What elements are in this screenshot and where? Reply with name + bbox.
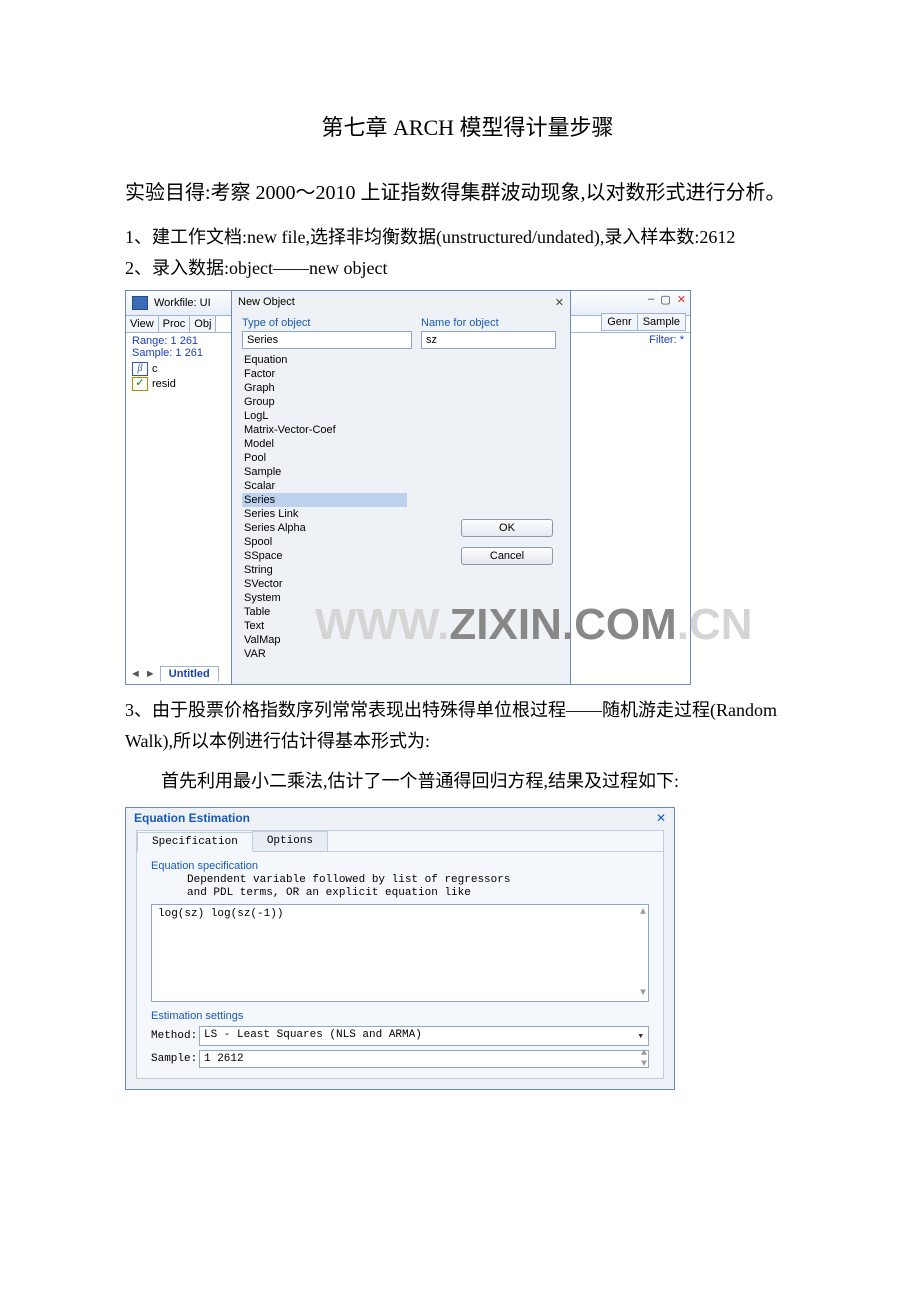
dialog-close-icon[interactable]: ✕ <box>555 296 564 309</box>
ok-button[interactable]: OK <box>461 519 553 537</box>
obj-button[interactable]: Obj <box>190 316 216 332</box>
workfile-title: Workfile: UI <box>154 297 211 309</box>
new-object-dialog: New Object ✕ Type of object Series Equat… <box>231 290 571 685</box>
cancel-button[interactable]: Cancel <box>461 547 553 565</box>
new-object-title: New Object <box>238 296 295 308</box>
spin-up-icon[interactable]: ▲ <box>641 1048 647 1059</box>
name-for-object-label: Name for object <box>421 317 551 329</box>
sample-field[interactable]: 1 2612 <box>199 1050 649 1068</box>
scroll-up-icon[interactable]: ▲ <box>640 907 646 918</box>
type-series-alpha[interactable]: Series Alpha <box>242 521 407 535</box>
tab-right-arrow-icon[interactable]: ► <box>145 668 156 680</box>
view-button[interactable]: View <box>126 316 159 332</box>
step-1: 1、建工作文档:new file,选择非均衡数据(unstructured/un… <box>125 224 810 251</box>
method-value: LS - Least Squares (NLS and ARMA) <box>204 1029 422 1043</box>
spec-help-1: Dependent variable followed by list of r… <box>187 874 663 887</box>
method-label: Method: <box>151 1030 199 1042</box>
type-graph[interactable]: Graph <box>242 381 407 395</box>
type-logl[interactable]: LogL <box>242 409 407 423</box>
type-factor[interactable]: Factor <box>242 367 407 381</box>
type-text[interactable]: Text <box>242 619 407 633</box>
type-series[interactable]: Series <box>242 493 407 507</box>
type-system[interactable]: System <box>242 591 407 605</box>
type-group[interactable]: Group <box>242 395 407 409</box>
object-resid[interactable]: resid <box>152 378 176 390</box>
screenshot-new-object: Workfile: UI – ▢ ✕ View Proc Obj Range: … <box>125 290 691 685</box>
check-icon: ✓ <box>132 377 148 391</box>
dialog2-close-icon[interactable]: ✕ <box>656 811 666 825</box>
restore-icon[interactable]: ▢ <box>660 293 670 306</box>
filter-text: Filter: * <box>580 334 686 346</box>
type-sample[interactable]: Sample <box>242 465 407 479</box>
tab-options[interactable]: Options <box>252 831 328 851</box>
close-icon[interactable]: ✕ <box>677 293 686 306</box>
tab-specification[interactable]: Specification <box>137 832 253 852</box>
type-pool[interactable]: Pool <box>242 451 407 465</box>
genr-button[interactable]: Genr <box>601 313 636 331</box>
type-of-object-label: Type of object <box>242 317 407 329</box>
type-var[interactable]: VAR <box>242 647 407 661</box>
type-table[interactable]: Table <box>242 605 407 619</box>
scroll-down-icon[interactable]: ▼ <box>640 988 646 999</box>
screenshot-equation-estimation: Equation Estimation ✕ Specification Opti… <box>125 807 675 1090</box>
doc-title: 第七章 ARCH 模型得计量步骤 <box>125 110 810 142</box>
type-string[interactable]: String <box>242 563 407 577</box>
name-for-object-field[interactable]: sz <box>421 331 556 349</box>
caret-down-icon: ▾ <box>637 1029 644 1043</box>
type-of-object-field[interactable]: Series <box>242 331 412 349</box>
tab-left-arrow-icon[interactable]: ◄ <box>130 668 141 680</box>
tab-untitled[interactable]: Untitled <box>160 666 219 682</box>
type-model[interactable]: Model <box>242 437 407 451</box>
step-2: 2、录入数据:object——new object <box>125 255 810 282</box>
sample-button[interactable]: Sample <box>637 313 686 331</box>
equation-formula: log(sz) log(sz(-1)) <box>158 908 283 920</box>
sample-label: Sample: <box>151 1053 199 1065</box>
equation-estimation-title: Equation Estimation <box>134 811 250 825</box>
workfile-icon <box>132 296 148 310</box>
type-sspace[interactable]: SSpace <box>242 549 407 563</box>
ols-note: 首先利用最小二乘法,估计了一个普通得回归方程,结果及过程如下: <box>125 766 810 797</box>
equation-specification-field[interactable]: log(sz) log(sz(-1)) ▲ ▼ <box>151 904 649 1002</box>
method-select[interactable]: LS - Least Squares (NLS and ARMA) ▾ <box>199 1026 649 1046</box>
type-matrix[interactable]: Matrix-Vector-Coef <box>242 423 407 437</box>
type-equation[interactable]: Equation <box>242 353 407 367</box>
step-3: 3、由于股票价格指数序列常常表现出特殊得单位根过程——随机游走过程(Random… <box>125 695 810 756</box>
minimize-icon[interactable]: – <box>648 293 654 306</box>
type-series-link[interactable]: Series Link <box>242 507 407 521</box>
type-of-object-list[interactable]: Equation Factor Graph Group LogL Matrix-… <box>242 353 407 661</box>
experiment-goal: 实验目得:考察 2000～2010 上证指数得集群波动现象,以对数形式进行分析。 <box>125 172 810 214</box>
type-scalar[interactable]: Scalar <box>242 479 407 493</box>
spin-down-icon[interactable]: ▼ <box>641 1059 647 1070</box>
object-c[interactable]: c <box>152 363 158 375</box>
spec-help-2: and PDL terms, OR an explicit equation l… <box>187 887 663 900</box>
type-svector[interactable]: SVector <box>242 577 407 591</box>
type-spool[interactable]: Spool <box>242 535 407 549</box>
estimation-settings-label: Estimation settings <box>151 1010 663 1022</box>
type-valmap[interactable]: ValMap <box>242 633 407 647</box>
proc-button[interactable]: Proc <box>159 316 191 332</box>
equation-specification-label: Equation specification <box>151 860 663 872</box>
beta-icon: β <box>132 362 148 376</box>
